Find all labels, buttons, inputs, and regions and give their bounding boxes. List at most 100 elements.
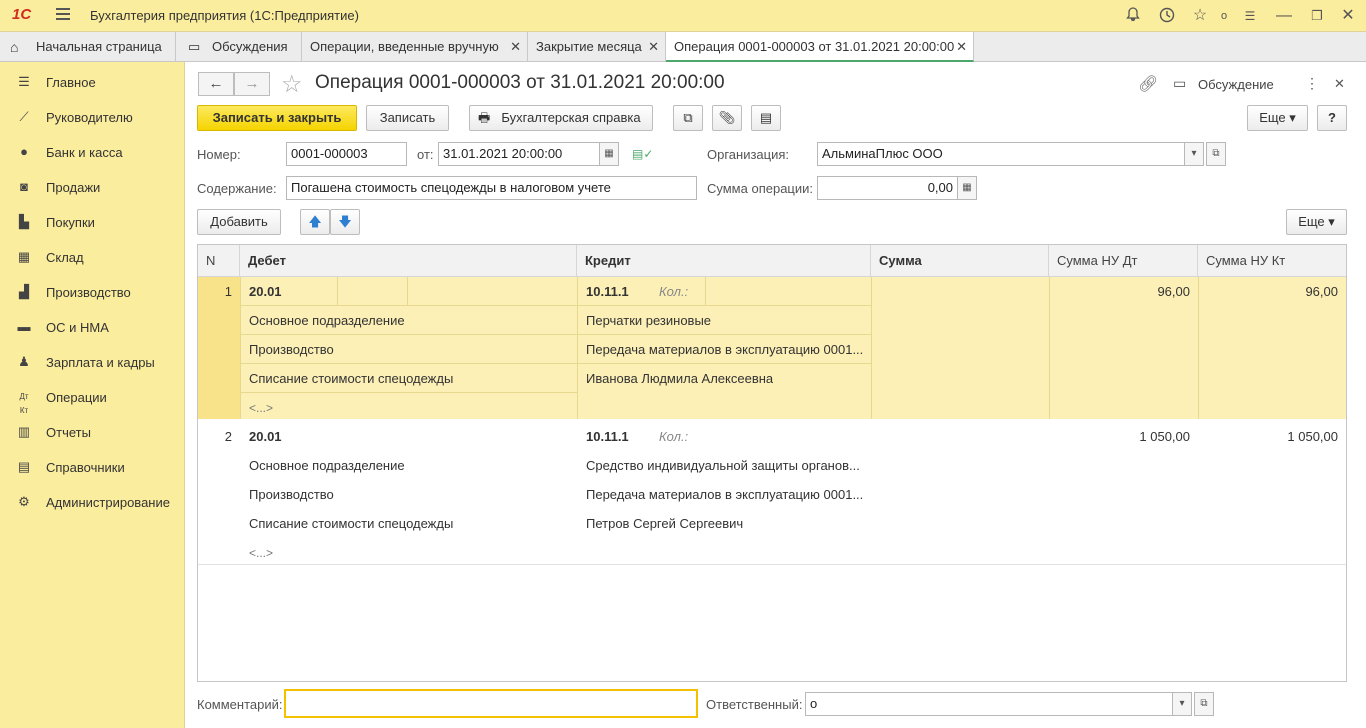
sidebar: ☰ Главное ⟋ Руководителю ● Банк и касса ◙ Пр…	[0, 62, 185, 728]
document-icon[interactable]: ▤	[751, 105, 781, 131]
sidebar-item-purchases[interactable]: ▙ Покупки	[0, 204, 185, 239]
tab-discussions[interactable]: ▭ Обсуждения	[176, 32, 302, 62]
sidebar-item-sales[interactable]: ◙ Продажи	[0, 169, 185, 204]
sum-nu-dt[interactable]: 1 050,00	[1049, 429, 1190, 445]
minimize-icon[interactable]: —	[1274, 6, 1294, 26]
dropdown-arrow-icon[interactable]: ▾	[1172, 692, 1192, 716]
history-icon[interactable]	[1157, 6, 1177, 26]
debit-subconto[interactable]: Списание стоимости спецодежды	[249, 516, 453, 532]
help-button[interactable]: ?	[1317, 105, 1347, 131]
discussion-button[interactable]: Обсуждение	[1198, 77, 1274, 92]
close-form-icon[interactable]: ✕	[1334, 76, 1345, 92]
link-icon[interactable]: 🔗︎	[1138, 74, 1158, 94]
column-header-sum[interactable]: Сумма	[871, 245, 1049, 277]
credit-subconto[interactable]: Перчатки резиновые	[586, 313, 711, 329]
bell-icon[interactable]	[1123, 6, 1143, 26]
column-header-debit[interactable]: Дебет	[240, 245, 577, 277]
credit-account[interactable]: 10.11.1	[586, 284, 629, 300]
move-up-icon[interactable]: 🡅	[300, 209, 330, 235]
organization-field[interactable]: АльминаПлюс ООО	[817, 142, 1185, 166]
sum-nu-dt[interactable]: 96,00	[1049, 284, 1190, 300]
sidebar-item-references[interactable]: ▤ Справочники	[0, 449, 185, 484]
credit-subconto[interactable]: Средство индивидуальной защиты органов..…	[586, 458, 866, 474]
quantity-label[interactable]: Кол.:	[659, 429, 688, 445]
debit-subconto[interactable]: Списание стоимости спецодежды	[249, 371, 453, 387]
tab-manual-operations[interactable]: Операции, введенные вручную ✕	[302, 32, 528, 62]
open-link-icon[interactable]: ⧉	[1206, 142, 1226, 166]
sidebar-item-director[interactable]: ⟋ Руководителю	[0, 99, 185, 134]
close-window-icon[interactable]: ✕	[1338, 6, 1358, 26]
sidebar-item-assets[interactable]: ▬ ОС и НМА	[0, 309, 185, 344]
star-icon[interactable]: ☆	[1190, 6, 1210, 26]
table-row[interactable]: 2 20.01 Основное подразделение Производс…	[198, 419, 1346, 565]
add-row-button[interactable]: Добавить	[197, 209, 281, 235]
dropdown-arrow-icon[interactable]: ▾	[1184, 142, 1204, 166]
debit-subconto[interactable]: Основное подразделение	[249, 458, 405, 474]
close-tab-icon[interactable]: ✕	[956, 32, 967, 62]
column-header-n[interactable]: N	[198, 245, 240, 277]
column-header-nu-dt[interactable]: Сумма НУ Дт	[1049, 245, 1198, 277]
sum-field[interactable]: 0,00	[817, 176, 958, 200]
forward-button[interactable]: →	[234, 72, 270, 96]
restore-icon[interactable]: ❐	[1307, 6, 1327, 26]
sidebar-item-salary[interactable]: ♟ Зарплата и кадры	[0, 344, 185, 379]
sum-nu-kt[interactable]: 1 050,00	[1198, 429, 1338, 445]
column-header-nu-kt[interactable]: Сумма НУ Кт	[1198, 245, 1346, 277]
debit-account[interactable]: 20.01	[249, 284, 282, 300]
sidebar-item-reports[interactable]: ▥ Отчеты	[0, 414, 185, 449]
calendar-icon[interactable]: ▦	[599, 142, 619, 166]
number-field[interactable]: 0001-000003	[286, 142, 407, 166]
entries-table: N Дебет Кредит Сумма Сумма НУ Дт Сумма Н…	[197, 244, 1347, 682]
sidebar-item-bank[interactable]: ● Банк и касса	[0, 134, 185, 169]
content-field[interactable]: Погашена стоимость спецодежды в налогово…	[286, 176, 697, 200]
open-link-icon[interactable]: ⧉	[1194, 692, 1214, 716]
debit-subconto[interactable]: Производство	[249, 487, 334, 503]
sum-nu-kt[interactable]: 96,00	[1198, 284, 1338, 300]
accounting-report-button[interactable]: 🖶︎ Бухгалтерская справка	[469, 105, 653, 131]
comment-field[interactable]	[284, 689, 698, 718]
move-down-icon[interactable]: 🡇	[330, 209, 360, 235]
debit-subconto[interactable]: Производство	[249, 342, 334, 358]
more-button[interactable]: Еще ▾	[1247, 105, 1308, 131]
sidebar-item-label: Покупки	[46, 215, 95, 230]
table-row[interactable]: 1 20.01 Основное подразделение Производс…	[198, 277, 1346, 419]
tab-home[interactable]: ⌂ Начальная страница	[0, 32, 176, 62]
user-badge[interactable]: o	[1214, 6, 1234, 26]
credit-subconto[interactable]: Передача материалов в эксплуатацию 0001.…	[586, 342, 866, 358]
debit-more[interactable]: <...>	[249, 400, 273, 416]
credit-subconto[interactable]: Петров Сергей Сергеевич	[586, 516, 743, 532]
debit-account[interactable]: 20.01	[249, 429, 282, 445]
tab-month-close[interactable]: Закрытие месяца ✕	[528, 32, 666, 62]
save-and-close-button[interactable]: Записать и закрыть	[197, 105, 357, 131]
debit-subconto[interactable]: Основное подразделение	[249, 313, 405, 329]
quantity-label[interactable]: Кол.:	[659, 284, 688, 300]
table-more-button[interactable]: Еще ▾	[1286, 209, 1347, 235]
credit-subconto[interactable]: Передача материалов в эксплуатацию 0001.…	[586, 487, 866, 503]
sidebar-item-main[interactable]: ☰ Главное	[0, 64, 185, 99]
hamburger-menu-icon[interactable]	[56, 8, 70, 22]
tab-operation[interactable]: Операция 0001-000003 от 31.01.2021 20:00…	[666, 32, 974, 62]
discussion-icon[interactable]: ▭	[1173, 75, 1186, 92]
settings-menu-icon[interactable]: ☰	[1240, 6, 1260, 26]
attachment-icon[interactable]: 📎︎	[712, 105, 742, 131]
date-field[interactable]: 31.01.2021 20:00:00	[438, 142, 600, 166]
sidebar-item-label: Руководителю	[46, 110, 133, 125]
structure-icon[interactable]: ⧉	[673, 105, 703, 131]
more-menu-icon[interactable]: ⋮	[1305, 75, 1319, 92]
document-check-icon[interactable]: ▤✓	[632, 147, 653, 161]
close-tab-icon[interactable]: ✕	[648, 32, 659, 62]
sidebar-item-operations[interactable]: Дт Кт Операции	[0, 379, 185, 415]
credit-subconto[interactable]: Иванова Людмила Алексеевна	[586, 371, 773, 387]
credit-account[interactable]: 10.11.1	[586, 429, 629, 445]
close-tab-icon[interactable]: ✕	[510, 32, 521, 62]
column-header-credit[interactable]: Кредит	[577, 245, 871, 277]
back-button[interactable]: ←	[198, 72, 234, 96]
save-button[interactable]: Записать	[366, 105, 449, 131]
sidebar-item-admin[interactable]: ⚙ Администрирование	[0, 484, 185, 519]
debit-more[interactable]: <...>	[249, 545, 273, 561]
calculator-icon[interactable]: ▦	[957, 176, 977, 200]
sidebar-item-production[interactable]: ▟ Производство	[0, 274, 185, 309]
responsible-field[interactable]: o	[805, 692, 1173, 716]
favorite-star-icon[interactable]: ☆	[281, 70, 303, 99]
sidebar-item-warehouse[interactable]: ▦ Склад	[0, 239, 185, 274]
